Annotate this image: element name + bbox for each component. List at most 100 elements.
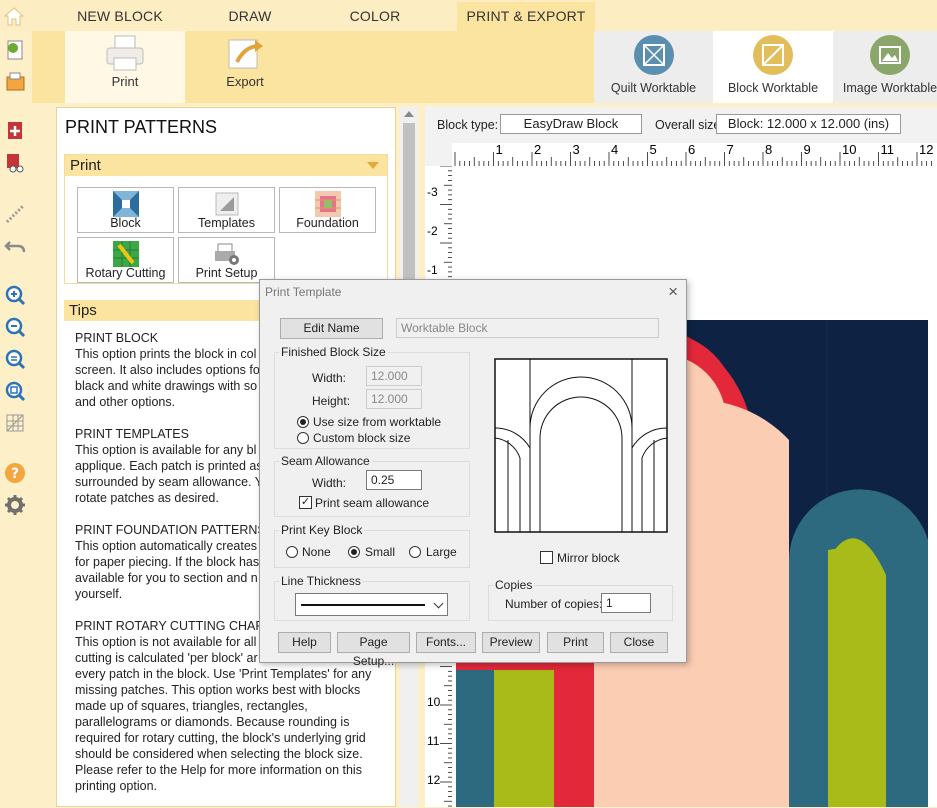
- collapse-arrow-icon[interactable]: [367, 162, 379, 169]
- new-project-icon[interactable]: [3, 38, 27, 62]
- use-size-from-worktable-radio[interactable]: [297, 416, 309, 428]
- block-icon: [112, 191, 139, 217]
- print-block-button[interactable]: Block: [77, 187, 174, 233]
- print-section-title: Print: [70, 157, 101, 174]
- tip-line: missing patches. This option works best …: [75, 683, 361, 697]
- print-ribbon-button[interactable]: Print: [65, 31, 185, 103]
- block-worktable-button[interactable]: Block Worktable: [713, 31, 833, 103]
- print-foundation-button[interactable]: Foundation: [279, 187, 376, 233]
- overall-size-label: Overall size:: [655, 118, 724, 132]
- add-to-sketchbook-icon[interactable]: [3, 118, 27, 142]
- print-seam-allowance-checkbox[interactable]: ✓: [299, 496, 312, 509]
- key-none-label: None: [302, 545, 331, 559]
- lime-left-strip: [494, 670, 554, 807]
- tip-line: required for rotary cutting, the block's…: [75, 731, 366, 745]
- line-thickness-select[interactable]: [295, 593, 448, 616]
- mirror-block-label: Mirror block: [557, 551, 620, 565]
- height-label: Height:: [312, 394, 351, 408]
- fit-to-worktable-icon[interactable]: [3, 379, 27, 403]
- settings-gear-icon[interactable]: [3, 493, 27, 517]
- close-icon[interactable]: ×: [668, 282, 678, 302]
- print-foundation-label: Foundation: [296, 216, 359, 230]
- tip-line: made up of squares, triangles, rectangle…: [75, 699, 308, 713]
- ruler-label: 10: [427, 695, 441, 709]
- line-thickness-group: Line Thickness: [274, 574, 470, 621]
- fonts-button[interactable]: Fonts...: [416, 632, 476, 653]
- tab-color[interactable]: COLOR: [320, 2, 430, 31]
- zoom-refresh-icon[interactable]: [3, 347, 27, 371]
- copies-label: Copies: [493, 578, 535, 592]
- tab-draw[interactable]: DRAW: [195, 2, 305, 31]
- custom-block-size-radio[interactable]: [297, 432, 309, 444]
- help-button[interactable]: Help: [278, 632, 331, 653]
- home-icon[interactable]: [3, 5, 25, 27]
- foundation-icon: [314, 191, 341, 217]
- print-templates-label: Templates: [198, 216, 255, 230]
- copies-group: Copies Number of copies: 1: [488, 578, 673, 621]
- edit-name-button[interactable]: Edit Name: [280, 318, 383, 339]
- rotary-cutting-button[interactable]: Rotary Cutting: [77, 237, 174, 283]
- top-ruler: 1 2 3 4 5 6 7 8 9 10 11 12: [452, 143, 937, 166]
- zoom-out-icon[interactable]: [3, 315, 27, 339]
- seam-allowance-label: Seam Allowance: [279, 454, 372, 468]
- print-setup-label: Print Setup: [195, 266, 258, 280]
- ruler-label: 5: [650, 143, 657, 157]
- ruler-label: 4: [611, 143, 618, 157]
- undo-icon[interactable]: [3, 233, 27, 257]
- print-button[interactable]: Print: [547, 632, 604, 653]
- export-ribbon-button[interactable]: Export: [190, 31, 300, 103]
- custom-size-label: Custom block size: [313, 431, 411, 445]
- seam-width-label: Width:: [312, 476, 347, 490]
- key-large-label: Large: [426, 545, 457, 559]
- ruler-label: 8: [765, 143, 772, 157]
- print-setup-button[interactable]: Print Setup: [178, 237, 275, 283]
- quilt-worktable-icon: [633, 35, 674, 75]
- close-button[interactable]: Close: [610, 632, 668, 653]
- ruler-label: 3: [573, 143, 580, 157]
- image-worktable-label: Image Worktable: [842, 81, 937, 95]
- scroll-up-arrow-icon[interactable]: [404, 111, 414, 117]
- ruler-label: 2: [534, 143, 541, 157]
- chevron-down-icon[interactable]: [433, 598, 444, 609]
- ruler-label: 6: [688, 143, 695, 157]
- page-setup-button[interactable]: Page Setup...: [337, 632, 410, 668]
- rotary-cutting-label: Rotary Cutting: [85, 266, 166, 280]
- height-field[interactable]: 12.000: [366, 389, 422, 409]
- sketchbook-icon[interactable]: [3, 150, 27, 174]
- mirror-block-checkbox[interactable]: [540, 551, 553, 564]
- quilt-worktable-button[interactable]: Quilt Worktable: [596, 31, 711, 103]
- key-small-radio[interactable]: [348, 546, 360, 558]
- ruler-label: 10: [842, 143, 856, 157]
- tab-new-block[interactable]: NEW BLOCK: [60, 2, 180, 31]
- help-icon[interactable]: ?: [3, 461, 27, 485]
- block-name-field[interactable]: Worktable Block: [396, 318, 659, 338]
- tab-print-export[interactable]: PRINT & EXPORT: [457, 2, 595, 31]
- number-of-copies-field[interactable]: 1: [601, 593, 651, 613]
- image-worktable-button[interactable]: Image Worktable: [835, 31, 937, 103]
- tip-line: should be considered when selecting the …: [75, 747, 363, 761]
- grid-icon[interactable]: [3, 411, 27, 435]
- quilt-worktable-label: Quilt Worktable: [610, 81, 697, 95]
- width-field[interactable]: 12.000: [366, 366, 422, 386]
- key-none-radio[interactable]: [286, 546, 298, 558]
- teal-left-strip: [456, 670, 494, 807]
- print-template-dialog: Print Template × Edit Name Worktable Blo…: [259, 279, 687, 668]
- seam-width-field[interactable]: 0.25: [366, 470, 422, 490]
- print-templates-button[interactable]: Templates: [178, 187, 275, 233]
- print-ribbon-label: Print: [111, 74, 139, 89]
- ruler-label: -1: [427, 263, 438, 277]
- tip-line: Please refer to the Help for more inform…: [75, 763, 362, 777]
- preview-button[interactable]: Preview: [482, 632, 540, 653]
- line-thickness-label: Line Thickness: [279, 574, 363, 588]
- print-block-label: Block: [110, 216, 141, 230]
- print-section-header[interactable]: Print: [65, 155, 387, 176]
- printer-icon: [106, 35, 144, 71]
- zoom-in-icon[interactable]: [3, 283, 27, 307]
- key-large-radio[interactable]: [409, 546, 421, 558]
- svg-text:?: ?: [11, 466, 19, 482]
- open-project-icon[interactable]: [3, 70, 27, 94]
- finished-block-size-group: Finished Block Size Width: 12.000 Height…: [274, 345, 470, 449]
- ruler-label: 12: [919, 143, 933, 157]
- use-size-label: Use size from worktable: [313, 415, 442, 429]
- print-setup-icon: [214, 243, 239, 265]
